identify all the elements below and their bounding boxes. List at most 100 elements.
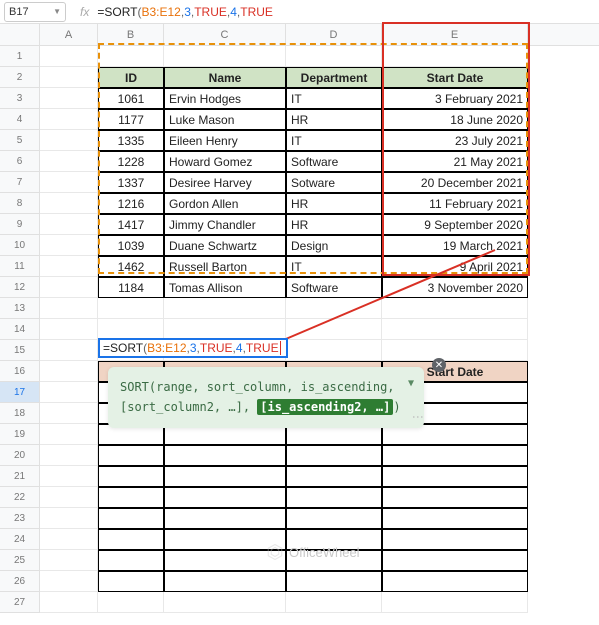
chevron-down-icon[interactable]: ▼ (53, 7, 61, 16)
cell-A19[interactable] (40, 424, 98, 445)
cell-A10[interactable] (40, 235, 98, 256)
col-header-C[interactable]: C (164, 24, 286, 45)
cell-A23[interactable] (40, 508, 98, 529)
cell-E4[interactable]: 18 June 2020 (382, 109, 528, 130)
row-header[interactable]: 17 (0, 382, 40, 403)
cell-D25[interactable] (286, 550, 382, 571)
cell-C21[interactable] (164, 466, 286, 487)
cell-B14[interactable] (98, 319, 164, 340)
col-header-E[interactable]: E (382, 24, 528, 45)
cell-C23[interactable] (164, 508, 286, 529)
cell-D21[interactable] (286, 466, 382, 487)
cell-B2[interactable]: ID (98, 67, 164, 88)
cell-A18[interactable] (40, 403, 98, 424)
cell-C25[interactable] (164, 550, 286, 571)
cell-E25[interactable] (382, 550, 528, 571)
cell-A2[interactable] (40, 67, 98, 88)
row-header[interactable]: 22 (0, 487, 40, 508)
cell-E12[interactable]: 3 November 2020 (382, 277, 528, 298)
row-header[interactable]: 18 (0, 403, 40, 424)
row-header[interactable]: 8 (0, 193, 40, 214)
cell-A3[interactable] (40, 88, 98, 109)
cell-B26[interactable] (98, 571, 164, 592)
cell-D26[interactable] (286, 571, 382, 592)
cell-D22[interactable] (286, 487, 382, 508)
cell-A8[interactable] (40, 193, 98, 214)
cell-E23[interactable] (382, 508, 528, 529)
cell-C10[interactable]: Duane Schwartz (164, 235, 286, 256)
cell-E26[interactable] (382, 571, 528, 592)
cell-E5[interactable]: 23 July 2021 (382, 130, 528, 151)
cell-A4[interactable] (40, 109, 98, 130)
cell-C24[interactable] (164, 529, 286, 550)
cell-C11[interactable]: Russell Barton (164, 256, 286, 277)
col-header-A[interactable]: A (40, 24, 98, 45)
cell-E24[interactable] (382, 529, 528, 550)
cell-E3[interactable]: 3 February 2021 (382, 88, 528, 109)
cell-B27[interactable] (98, 592, 164, 613)
row-header[interactable]: 20 (0, 445, 40, 466)
formula-bar[interactable]: =SORT(B3:E12,3,TRUE,4,TRUE (97, 5, 595, 19)
row-header[interactable]: 10 (0, 235, 40, 256)
cell-E10[interactable]: 19 March 2021 (382, 235, 528, 256)
cell-D15[interactable] (286, 340, 382, 361)
error-icon[interactable]: ✕ (432, 358, 446, 372)
cell-E14[interactable] (382, 319, 528, 340)
cell-E20[interactable] (382, 445, 528, 466)
cell-C22[interactable] (164, 487, 286, 508)
row-header[interactable]: 14 (0, 319, 40, 340)
cell-D8[interactable]: HR (286, 193, 382, 214)
chevron-down-icon[interactable]: ▼ (408, 375, 414, 392)
cell-E8[interactable]: 11 February 2021 (382, 193, 528, 214)
row-header[interactable]: 2 (0, 67, 40, 88)
cell-B21[interactable] (98, 466, 164, 487)
cell-B8[interactable]: 1216 (98, 193, 164, 214)
cell-A11[interactable] (40, 256, 98, 277)
col-header-D[interactable]: D (286, 24, 382, 45)
cell-A6[interactable] (40, 151, 98, 172)
row-header[interactable]: 12 (0, 277, 40, 298)
drag-handle-icon[interactable]: ⋮ (408, 411, 428, 422)
cell-B13[interactable] (98, 298, 164, 319)
cell-B4[interactable]: 1177 (98, 109, 164, 130)
active-cell-editor[interactable]: =SORT(B3:E12,3,TRUE,4,TRUE (98, 338, 288, 358)
row-header[interactable]: 4 (0, 109, 40, 130)
cell-B23[interactable] (98, 508, 164, 529)
cell-D12[interactable]: Software (286, 277, 382, 298)
cell-B20[interactable] (98, 445, 164, 466)
cell-E11[interactable]: 9 April 2021 (382, 256, 528, 277)
cell-D23[interactable] (286, 508, 382, 529)
row-header[interactable]: 24 (0, 529, 40, 550)
row-header[interactable]: 6 (0, 151, 40, 172)
cell-E9[interactable]: 9 September 2020 (382, 214, 528, 235)
cell-C2[interactable]: Name (164, 67, 286, 88)
cell-C14[interactable] (164, 319, 286, 340)
cell-D4[interactable]: HR (286, 109, 382, 130)
row-header[interactable]: 26 (0, 571, 40, 592)
cell-B24[interactable] (98, 529, 164, 550)
cell-B10[interactable]: 1039 (98, 235, 164, 256)
row-header[interactable]: 7 (0, 172, 40, 193)
cell-B12[interactable]: 1184 (98, 277, 164, 298)
row-header[interactable]: 23 (0, 508, 40, 529)
cell-C13[interactable] (164, 298, 286, 319)
cell-C1[interactable] (164, 46, 286, 67)
cell-C12[interactable]: Tomas Allison (164, 277, 286, 298)
cell-A26[interactable] (40, 571, 98, 592)
row-header[interactable]: 27 (0, 592, 40, 613)
cell-E6[interactable]: 21 May 2021 (382, 151, 528, 172)
cell-E22[interactable] (382, 487, 528, 508)
cell-C4[interactable]: Luke Mason (164, 109, 286, 130)
cell-A15[interactable] (40, 340, 98, 361)
select-all-corner[interactable] (0, 24, 40, 45)
cell-D27[interactable] (286, 592, 382, 613)
cell-B9[interactable]: 1417 (98, 214, 164, 235)
cell-E15[interactable] (382, 340, 528, 361)
cell-D1[interactable] (286, 46, 382, 67)
row-header[interactable]: 19 (0, 424, 40, 445)
cell-C26[interactable] (164, 571, 286, 592)
cell-A9[interactable] (40, 214, 98, 235)
cell-A7[interactable] (40, 172, 98, 193)
cell-D5[interactable]: IT (286, 130, 382, 151)
cell-C20[interactable] (164, 445, 286, 466)
